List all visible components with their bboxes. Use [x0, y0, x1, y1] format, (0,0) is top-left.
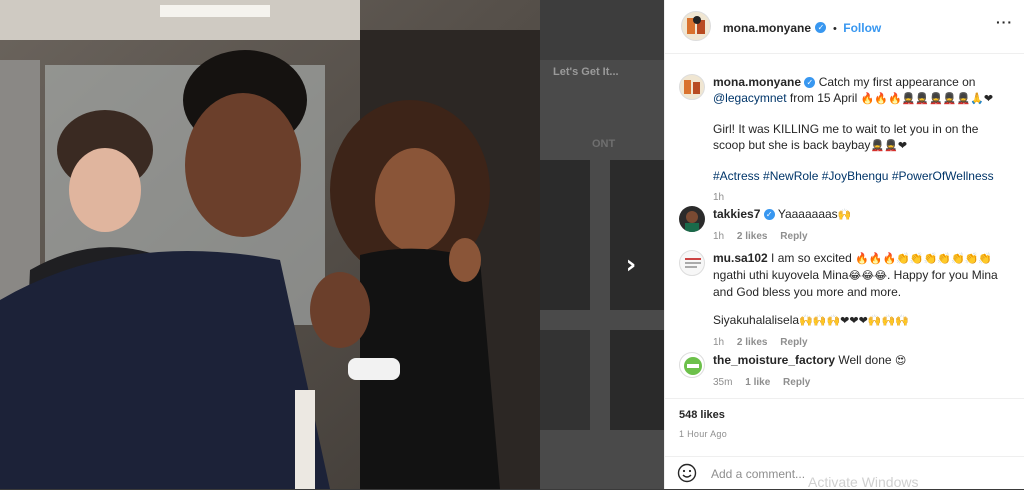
comment-item: takkies7 ✓ Yaaaaaaas🙌 1h 2 likes Reply — [679, 206, 1009, 245]
avatar-image — [687, 16, 705, 34]
comment-meta: 1h 2 likes Reply — [713, 335, 1009, 351]
comment-username[interactable]: the_moisture_factory — [713, 353, 835, 367]
caption-avatar[interactable] — [679, 74, 705, 100]
comment-emoji: 🔥🔥🔥👏👏👏👏👏👏👏 — [855, 252, 993, 265]
backdrop-tile — [540, 160, 590, 310]
activate-windows-watermark: Activate Windows — [808, 474, 919, 490]
caption-mention[interactable]: @legacymnet — [713, 91, 787, 105]
reply-button[interactable]: Reply — [780, 231, 807, 242]
verified-badge-icon: ✓ — [804, 77, 816, 89]
post-header: mona.monyane ✓ • Follow ··· — [665, 0, 1024, 54]
reply-button[interactable]: Reply — [780, 337, 807, 348]
comment-text: the_moisture_factory Well done 😍 — [713, 352, 1009, 369]
comment-text: mu.sa102 I am so excited 🔥🔥🔥👏👏👏👏👏👏👏 ngat… — [713, 250, 1009, 329]
comment-avatar[interactable] — [679, 250, 705, 276]
comment-meta: 1h 2 likes Reply — [713, 229, 1009, 245]
comment-body: Siyakuhalalisela — [713, 313, 800, 327]
avatar-image — [684, 80, 700, 94]
author-avatar[interactable] — [681, 11, 711, 41]
backdrop-left-title: Let's Get It... — [553, 66, 619, 78]
backdrop-tile — [610, 330, 664, 430]
comment-likes[interactable]: 2 likes — [737, 231, 768, 242]
header-username[interactable]: mona.monyane — [723, 21, 811, 35]
comment-item: mu.sa102 I am so excited 🔥🔥🔥👏👏👏👏👏👏👏 ngat… — [679, 250, 1009, 351]
hashtag-link[interactable]: #Actress — [713, 169, 760, 183]
comment-time: 35m — [713, 377, 733, 388]
caption-emoji: 🔥🔥🔥💂💂💂💂💂🙏❤ — [860, 92, 994, 105]
verified-badge-icon: ✓ — [763, 209, 775, 221]
caption-line1: Catch my first appearance on — [818, 75, 976, 89]
comment-emoji: 🙌 — [837, 208, 852, 221]
comments-list: mona.monyane ✓ Catch my first appearance… — [665, 54, 1024, 394]
comment-likes[interactable]: 1 like — [745, 377, 770, 388]
caption-username[interactable]: mona.monyane — [713, 75, 801, 89]
more-options-icon[interactable]: ··· — [996, 14, 1013, 30]
reply-button[interactable]: Reply — [783, 377, 810, 388]
post-time: 1 Hour Ago — [679, 429, 728, 439]
verified-badge-icon: ✓ — [815, 22, 827, 34]
hashtag-link[interactable]: #PowerOfWellness — [892, 169, 994, 183]
comment-emoji: 🙌🙌🙌❤❤❤🙌🙌🙌 — [799, 314, 909, 327]
backdrop-tile — [540, 330, 590, 430]
backdrop-tile — [540, 0, 664, 60]
comment-username[interactable]: mu.sa102 — [713, 251, 768, 265]
comment-body: Yaaaaaaas — [777, 207, 838, 221]
comment-body: I am so excited — [771, 251, 852, 265]
chevron-right-icon[interactable]: › — [618, 250, 644, 280]
comment-item: the_moisture_factory Well done 😍 35m 1 l… — [679, 352, 1009, 391]
comment-meta: 35m 1 like Reply — [713, 375, 1009, 391]
comment-text: takkies7 ✓ Yaaaaaaas🙌 — [713, 206, 1009, 223]
comment-avatar[interactable] — [679, 352, 705, 378]
comment-username[interactable]: takkies7 — [713, 207, 760, 221]
selfie-photo-illustration — [0, 0, 540, 489]
likes-count[interactable]: 548 likes — [679, 409, 725, 421]
caption-emoji: 💂💂❤ — [870, 139, 908, 152]
hashtag-link[interactable]: #NewRole — [763, 169, 818, 183]
comment-emoji: 😂😂😂 — [848, 269, 887, 282]
caption-time: 1h — [713, 192, 725, 203]
header-author-row: mona.monyane ✓ • Follow — [723, 19, 881, 37]
avatar-image — [685, 258, 701, 268]
caption-line2: from 15 April — [789, 91, 858, 105]
caption-paragraph: Girl! It was KILLING me to wait to let y… — [713, 122, 979, 152]
comment-avatar[interactable] — [679, 206, 705, 232]
backdrop-right-title: ONT — [592, 138, 616, 150]
caption: mona.monyane ✓ Catch my first appearance… — [679, 74, 1009, 206]
caption-text: mona.monyane ✓ Catch my first appearance… — [713, 74, 1009, 184]
header-separator: • — [832, 23, 837, 35]
likes-section: 548 likes 1 Hour Ago — [665, 398, 1024, 448]
avatar-image — [684, 357, 702, 375]
comment-body: Well done — [838, 353, 892, 367]
comment-body: ngathi uthi kuyovela Mina — [713, 268, 849, 282]
post-side-panel: mona.monyane ✓ • Follow ··· mona.monyane… — [664, 0, 1024, 489]
caption-meta: 1h — [713, 190, 1009, 206]
comment-likes[interactable]: 2 likes — [737, 337, 768, 348]
smile-icon[interactable] — [677, 463, 697, 483]
hashtag-link[interactable]: #JoyBhengu — [822, 169, 889, 183]
post-photo[interactable] — [0, 0, 540, 489]
avatar-image — [685, 211, 699, 232]
follow-button[interactable]: Follow — [843, 21, 881, 35]
backdrop-tile — [610, 160, 664, 310]
comment-emoji: 😍 — [894, 354, 907, 367]
comment-time: 1h — [713, 231, 725, 242]
comment-time: 1h — [713, 337, 725, 348]
